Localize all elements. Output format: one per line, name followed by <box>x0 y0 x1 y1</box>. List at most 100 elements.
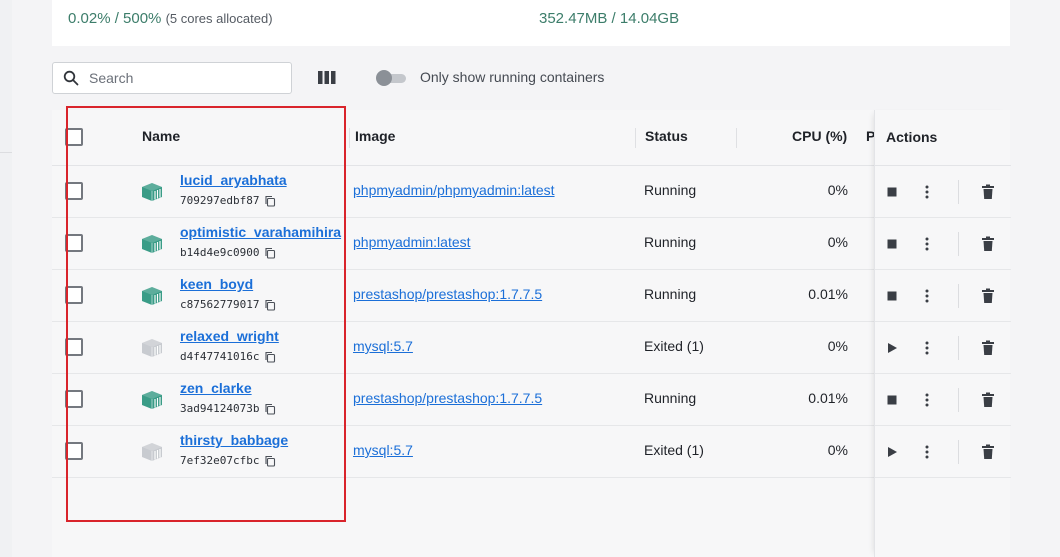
cpu-value: 0% <box>827 338 848 354</box>
image-link[interactable]: mysql:5.7 <box>353 442 413 458</box>
copy-icon[interactable] <box>264 403 276 415</box>
more-vert-icon[interactable] <box>918 443 936 461</box>
container-id-text: 709297edbf87 <box>180 194 260 207</box>
image-link[interactable]: prestashop/prestashop:1.7.7.5 <box>353 390 542 406</box>
containers-table: Name Image Status CPU (%) P lucid_aryabh… <box>52 110 1010 557</box>
row-checkbox[interactable] <box>65 338 83 356</box>
play-icon[interactable] <box>883 339 901 357</box>
column-separator <box>736 128 737 148</box>
running-only-toggle[interactable] <box>376 70 406 86</box>
header-actions: Actions <box>886 129 938 145</box>
container-id: 7ef32e07cfbc <box>180 454 276 467</box>
container-id-text: 7ef32e07cfbc <box>180 454 260 467</box>
row-checkbox[interactable] <box>65 390 83 408</box>
status-text: Running <box>644 234 697 250</box>
header-status[interactable]: Status <box>645 128 688 144</box>
header-image[interactable]: Image <box>355 128 395 144</box>
actions-row <box>875 218 1011 270</box>
row-checkbox[interactable] <box>65 182 83 200</box>
more-vert-icon[interactable] <box>918 183 936 201</box>
actions-row <box>875 322 1011 374</box>
more-vert-icon[interactable] <box>918 339 936 357</box>
container-name-link[interactable]: zen_clarke <box>180 380 252 396</box>
actions-row <box>875 426 1011 478</box>
table-row[interactable]: optimistic_varahamihira b14d4e9c0900 phpmy… <box>52 218 1010 270</box>
header-name[interactable]: Name <box>142 128 180 144</box>
container-name-link[interactable]: relaxed_wright <box>180 328 279 344</box>
trash-icon[interactable] <box>979 339 997 357</box>
row-checkbox[interactable] <box>65 286 83 304</box>
table-row[interactable]: relaxed_wright d4f47741016c mysql:5.7 Exite… <box>52 322 1010 374</box>
container-name-link[interactable]: lucid_aryabhata <box>180 172 287 188</box>
row-checkbox[interactable] <box>65 234 83 252</box>
trash-icon[interactable] <box>979 287 997 305</box>
table-row[interactable]: zen_clarke 3ad94124073b prestashop/prestas… <box>52 374 1010 426</box>
rail-divider <box>0 152 12 153</box>
status-text: Running <box>644 286 697 302</box>
container-name-link[interactable]: keen_boyd <box>180 276 253 292</box>
search-box[interactable] <box>52 62 292 94</box>
copy-icon[interactable] <box>264 195 276 207</box>
search-input[interactable] <box>89 70 279 86</box>
table-row[interactable]: lucid_aryabhata 709297edbf87 phpmyadmin/ph… <box>52 166 1010 218</box>
container-stopped-icon <box>139 440 165 462</box>
table-header: Name Image Status CPU (%) P <box>52 110 1010 166</box>
trash-icon[interactable] <box>979 443 997 461</box>
container-id: d4f47741016c <box>180 350 276 363</box>
image-link[interactable]: mysql:5.7 <box>353 338 413 354</box>
toggle-knob <box>376 70 392 86</box>
cpu-value: 0% <box>827 182 848 198</box>
row-checkbox[interactable] <box>65 442 83 460</box>
copy-icon[interactable] <box>264 247 276 259</box>
status-text: Exited (1) <box>644 338 704 354</box>
play-icon[interactable] <box>883 443 901 461</box>
container-name-link[interactable]: optimistic_varahamihira <box>180 224 341 240</box>
container-id-text: b14d4e9c0900 <box>180 246 260 259</box>
container-running-icon <box>139 284 165 306</box>
actions-column: Actions <box>874 110 1011 557</box>
container-running-icon <box>139 232 165 254</box>
action-separator <box>958 232 959 256</box>
memory-usage-stat: 352.47MB / 14.04GB <box>539 10 680 27</box>
image-link[interactable]: phpmyadmin/phpmyadmin:latest <box>353 182 555 198</box>
container-stopped-icon <box>139 336 165 358</box>
table-row[interactable]: keen_boyd c87562779017 prestashop/prestash… <box>52 270 1010 322</box>
cpu-value: 0% <box>827 234 848 250</box>
cpu-value: 0.01% <box>808 390 848 406</box>
status-text: Running <box>644 182 697 198</box>
stop-icon[interactable] <box>883 391 901 409</box>
columns-icon[interactable] <box>316 68 338 88</box>
stop-icon[interactable] <box>883 183 901 201</box>
running-only-label: Only show running containers <box>420 69 605 85</box>
action-separator <box>958 336 959 360</box>
header-cpu[interactable]: CPU (%) <box>792 128 847 144</box>
cpu-cores-note: (5 cores allocated) <box>165 11 273 26</box>
more-vert-icon[interactable] <box>918 391 936 409</box>
cpu-usage-stat: 0.02% / 500% (5 cores allocated) <box>68 10 273 27</box>
column-separator <box>635 128 636 148</box>
stop-icon[interactable] <box>883 235 901 253</box>
trash-icon[interactable] <box>979 391 997 409</box>
image-link[interactable]: prestashop/prestashop:1.7.7.5 <box>353 286 542 302</box>
cpu-usage-value: 0.02% / 500% <box>68 10 162 27</box>
container-running-icon <box>139 388 165 410</box>
container-id: c87562779017 <box>180 298 276 311</box>
stop-icon[interactable] <box>883 287 901 305</box>
more-vert-icon[interactable] <box>918 287 936 305</box>
trash-icon[interactable] <box>979 183 997 201</box>
container-name-link[interactable]: thirsty_babbage <box>180 432 288 448</box>
action-separator <box>958 284 959 308</box>
copy-icon[interactable] <box>264 299 276 311</box>
column-separator <box>349 128 350 148</box>
stats-card: 0.02% / 500% (5 cores allocated) 352.47M… <box>52 0 1010 46</box>
more-vert-icon[interactable] <box>918 235 936 253</box>
action-separator <box>958 180 959 204</box>
container-id-text: c87562779017 <box>180 298 260 311</box>
copy-icon[interactable] <box>264 351 276 363</box>
table-row[interactable]: thirsty_babbage 7ef32e07cfbc mysql:5.7 Exit… <box>52 426 1010 478</box>
select-all-checkbox[interactable] <box>65 128 83 146</box>
trash-icon[interactable] <box>979 235 997 253</box>
copy-icon[interactable] <box>264 455 276 467</box>
status-text: Running <box>644 390 697 406</box>
image-link[interactable]: phpmyadmin:latest <box>353 234 471 250</box>
